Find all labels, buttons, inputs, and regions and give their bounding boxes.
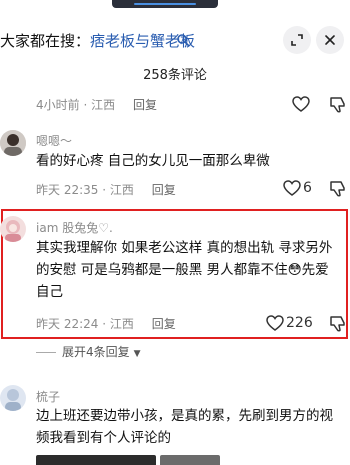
dislike-icon[interactable] — [328, 313, 348, 333]
comment-time: 4小时前 — [36, 98, 80, 112]
chevron-down-icon: ▼ — [133, 349, 141, 359]
comment-text: 其实我理解你 如果老公这样 真的想出轨 寻求另外的安慰 可是乌鸦都是一般黑 男人… — [36, 240, 333, 300]
search-icon[interactable] — [176, 33, 190, 47]
comment-text: 边上班还要边带小孩，是真的累，先刷到男方的视频我看到有个人评论的 — [36, 408, 333, 446]
search-prefix: 大家都在搜： — [0, 32, 91, 50]
comment-text: 看的好心疼 自己的女儿见一面那么卑微 — [36, 153, 270, 169]
comment-username[interactable]: 嗯嗯～ — [36, 132, 72, 149]
media-thumbnail[interactable] — [160, 455, 220, 465]
comment-meta: 昨天 22:24 · 江西 回复 — [36, 317, 176, 331]
reply-button[interactable]: 回复 — [152, 317, 176, 331]
expand-icon[interactable] — [283, 26, 311, 54]
dislike-icon[interactable] — [328, 178, 348, 198]
media-thumbnail[interactable] — [36, 455, 156, 465]
expand-replies-button[interactable]: 展开4条回复 ▼ — [36, 343, 141, 360]
like-icon[interactable] — [283, 180, 301, 196]
comment-username[interactable]: 梳子 — [36, 388, 60, 405]
like-count: 226 — [286, 315, 313, 331]
search-suggestion-bar[interactable]: 大家都在搜：痞老板与蟹老板 — [0, 26, 350, 58]
search-suggestion-text[interactable]: 大家都在搜：痞老板与蟹老板 — [0, 30, 195, 51]
reply-button[interactable]: 回复 — [133, 98, 157, 112]
dislike-icon[interactable] — [328, 94, 348, 114]
like-icon[interactable] — [266, 315, 284, 331]
expand-replies-label: 展开4条回复 — [62, 345, 130, 359]
comment-time: 昨天 22:24 — [36, 317, 99, 331]
comment-meta: 4小时前 · 江西 回复 — [36, 98, 157, 112]
comment-time: 昨天 22:35 — [36, 183, 99, 197]
avatar[interactable] — [0, 385, 26, 411]
close-icon[interactable] — [316, 26, 344, 54]
avatar[interactable] — [0, 130, 26, 156]
like-count: 6 — [303, 180, 312, 196]
comment-count: 258条评论 — [143, 68, 207, 83]
comment-location: 江西 — [109, 317, 134, 331]
comment-location: 江西 — [91, 98, 116, 112]
comment-meta: 昨天 22:35 · 江西 回复 — [36, 183, 176, 197]
comment-location: 江西 — [109, 183, 134, 197]
divider — [36, 352, 56, 353]
comment-username[interactable]: iam 股兔兔♡. — [36, 219, 113, 236]
reply-button[interactable]: 回复 — [152, 183, 176, 197]
avatar[interactable] — [0, 216, 26, 242]
status-indicator — [112, 0, 218, 8]
like-icon[interactable] — [292, 96, 310, 112]
